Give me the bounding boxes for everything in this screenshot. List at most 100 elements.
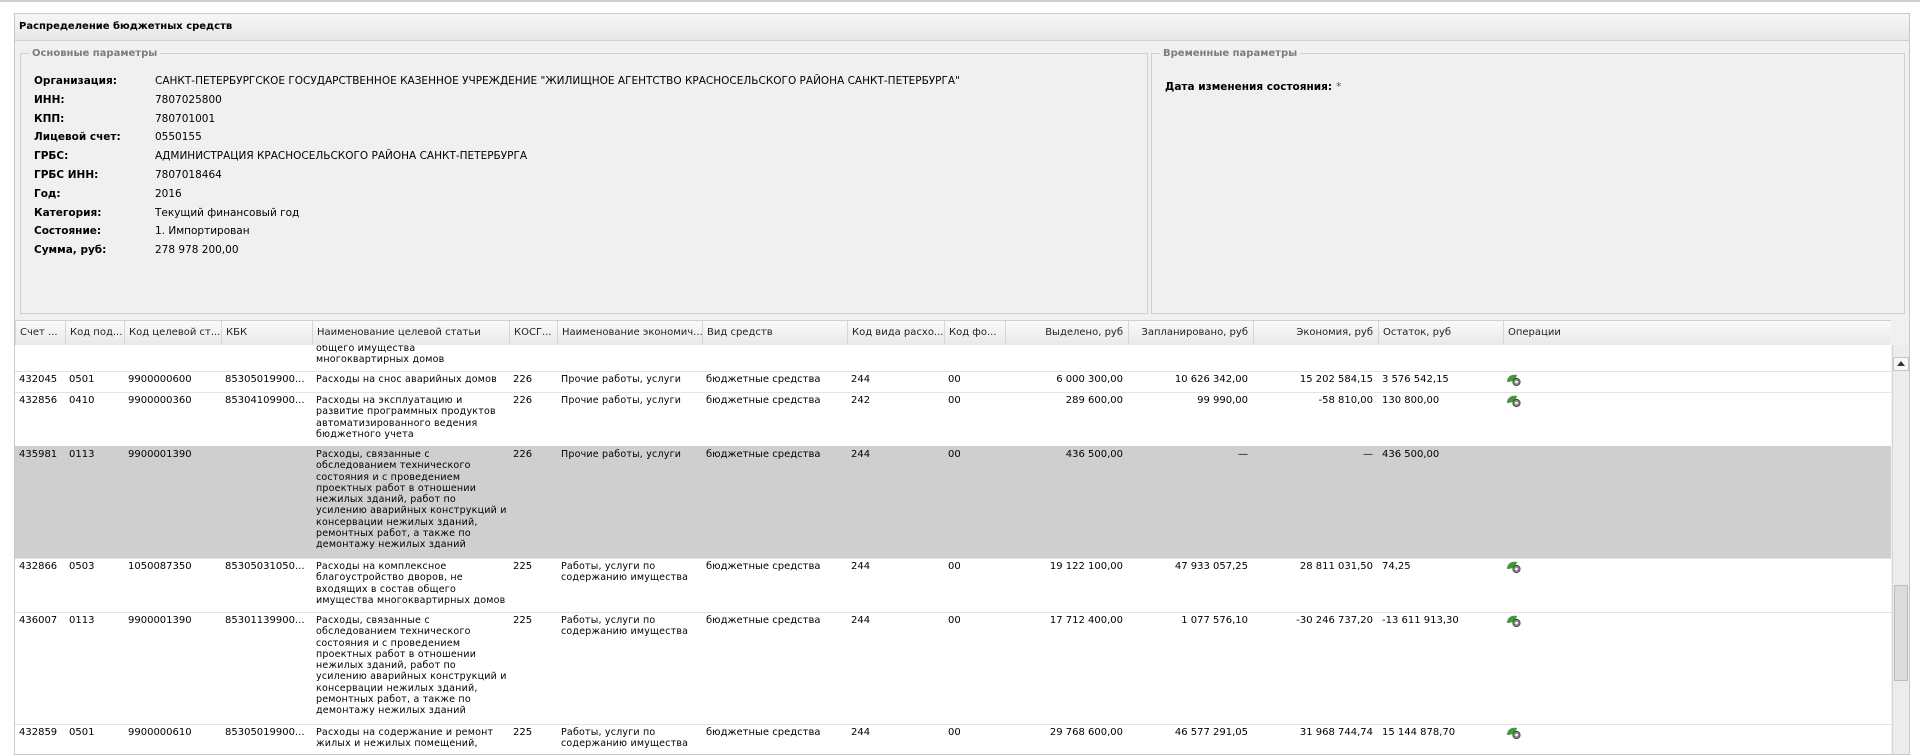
param-label: Год: (34, 187, 61, 200)
param-label: Лицевой счет: (34, 131, 121, 144)
table-cell: Расходы, связанные с обследованием техни… (316, 449, 507, 551)
column-header[interactable]: Вид средств (702, 321, 847, 345)
table-cell: 244 (851, 449, 871, 460)
table-cell: бюджетные средства (706, 374, 821, 385)
table-cell: бюджетные средства (706, 395, 821, 406)
table-cell: 225 (513, 561, 533, 572)
table-cell: 225 (513, 615, 533, 626)
table-cell: 6 000 300,00 (1056, 374, 1123, 385)
table-cell: 85305031050... (225, 561, 305, 572)
column-header[interactable]: КБК (221, 321, 312, 345)
table-row[interactable]: 432866 0503 1050087350 85305031050... Расход… (15, 558, 1891, 613)
column-header[interactable]: Экономия, руб (1253, 321, 1378, 345)
table-cell: бюджетные средства (706, 449, 821, 460)
table-cell: 226 (513, 395, 533, 406)
table-cell: 00 (948, 561, 961, 572)
table-cell: 85305019900... (225, 374, 305, 385)
param-value: 1. Импортирован (155, 225, 250, 238)
column-header[interactable]: Наименование экономич... (557, 321, 702, 345)
column-header[interactable]: Код фо... (944, 321, 1005, 345)
param-label: Категория: (34, 206, 102, 219)
table-cell: Расходы на содержание и ремонт жилых и н… (316, 727, 494, 750)
param-value: 7807025800 (155, 93, 222, 106)
param-value: АДМИНИСТРАЦИЯ КРАСНОСЕЛЬСКОГО РАЙОНА САН… (155, 150, 528, 163)
param-value: 278 978 200,00 (155, 244, 239, 257)
grid-scrollbar[interactable] (1892, 345, 1909, 754)
table-cell: 0501 (69, 374, 95, 385)
table-cell: 244 (851, 615, 871, 626)
table-row[interactable]: 435981 0113 9900001390 Расходы, связанные с… (15, 446, 1891, 559)
table-cell: 47 933 057,25 (1174, 561, 1248, 572)
table-cell: 46 577 291,05 (1174, 727, 1248, 738)
table-cell: 432866 (19, 561, 58, 572)
table-cell: 0503 (69, 561, 95, 572)
param-value: 780701001 (155, 112, 216, 125)
table-cell: бюджетные средства (706, 561, 821, 572)
table-cell: — (1238, 449, 1248, 460)
table-cell: 289 600,00 (1065, 395, 1123, 406)
gear-settings-icon[interactable] (1506, 560, 1522, 574)
table-cell: общего имущества многоквартирных домов (316, 345, 445, 366)
grid-header: Счет ... Код под... Код целевой ст... КБК На… (15, 320, 1891, 346)
table-row[interactable]: 432859 0501 9900000610 85305019900... Расход… (15, 724, 1891, 754)
table-cell: 1050087350 (128, 561, 192, 572)
scrollbar-thumb[interactable] (1894, 585, 1908, 681)
table-cell: 436 500,00 (1382, 449, 1440, 460)
param-label: ГРБС: (34, 150, 69, 163)
param-label: КПП: (34, 112, 65, 125)
column-header[interactable]: Остаток, руб (1378, 321, 1503, 345)
table-cell: 00 (948, 395, 961, 406)
column-header[interactable]: Код целевой ст... (124, 321, 221, 345)
table-cell: 29 768 600,00 (1049, 727, 1123, 738)
table-row[interactable]: 432856 0410 9900000360 85304109900... Расход… (15, 392, 1891, 447)
gear-settings-icon[interactable] (1506, 614, 1522, 628)
scroll-up-arrow-icon[interactable] (1893, 357, 1909, 371)
required-mark: * (1336, 81, 1342, 93)
change-date-row[interactable]: Дата изменения состояния: * (1165, 81, 1341, 103)
table-cell: 17 712 400,00 (1049, 615, 1123, 626)
table-cell: 00 (948, 449, 961, 460)
gear-settings-icon[interactable] (1506, 726, 1522, 740)
param-value: 2016 (155, 187, 182, 200)
table-cell: — (1363, 449, 1373, 460)
table-cell: 3 576 542,15 (1382, 374, 1449, 385)
column-header[interactable]: Запланировано, руб (1128, 321, 1253, 345)
gear-settings-icon[interactable] (1506, 394, 1522, 408)
param-label: ГРБС ИНН: (34, 169, 99, 181)
table-cell: 31 968 744,74 (1299, 727, 1373, 738)
column-header[interactable]: Выделено, руб (1005, 321, 1128, 345)
param-value: 7807018464 (155, 169, 222, 181)
table-cell: 244 (851, 727, 871, 738)
table-cell: 0410 (69, 395, 95, 406)
table-cell: 0113 (69, 615, 95, 626)
table-cell: Расходы, связанные с обследованием техни… (316, 615, 507, 717)
column-header[interactable]: Код вида расхо... (847, 321, 944, 345)
window-title: Распределение бюджетных средств (15, 14, 1909, 41)
gear-settings-icon[interactable] (1506, 373, 1522, 387)
table-cell: 10 626 342,00 (1174, 374, 1248, 385)
table-cell: 15 144 878,70 (1382, 727, 1456, 738)
top-border (0, 0, 1920, 2)
main-params-legend: Основные параметры (32, 48, 158, 59)
column-header[interactable]: Счет ... (15, 321, 65, 345)
table-row[interactable]: общего имущества многоквартирных домов (15, 345, 1891, 372)
column-header[interactable]: Операции (1503, 321, 1891, 345)
table-cell: 436 500,00 (1065, 449, 1123, 460)
table-cell: -58 810,00 (1318, 395, 1373, 406)
column-header[interactable]: Наименование целевой статьи (312, 321, 509, 345)
table-cell: 1 077 576,10 (1181, 615, 1248, 626)
param-label: Организация: (34, 75, 117, 87)
main-params-panel: Основные параметры Организация: САНКТ-ПЕТ… (20, 48, 1148, 314)
param-value: САНКТ-ПЕТЕРБУРГСКОЕ ГОСУДАРСТВЕННОЕ КАЗЕ… (155, 75, 960, 87)
table-row[interactable]: 436007 0113 9900001390 85301139900... Расход… (15, 612, 1891, 725)
param-label: Состояние: (34, 225, 102, 238)
column-header[interactable]: Код под... (65, 321, 124, 345)
table-cell: Прочие работы, услуги (561, 395, 682, 406)
table-cell: 226 (513, 374, 533, 385)
column-header[interactable]: КОСГ... (509, 321, 557, 345)
table-cell: 9900001390 (128, 449, 192, 460)
grid-body: общего имущества многоквартирных домов 43… (15, 345, 1891, 754)
table-row[interactable]: 432045 0501 9900000600 85305019900... Расход… (15, 371, 1891, 393)
table-cell: 432859 (19, 727, 58, 738)
table-cell: 9900000610 (128, 727, 192, 738)
